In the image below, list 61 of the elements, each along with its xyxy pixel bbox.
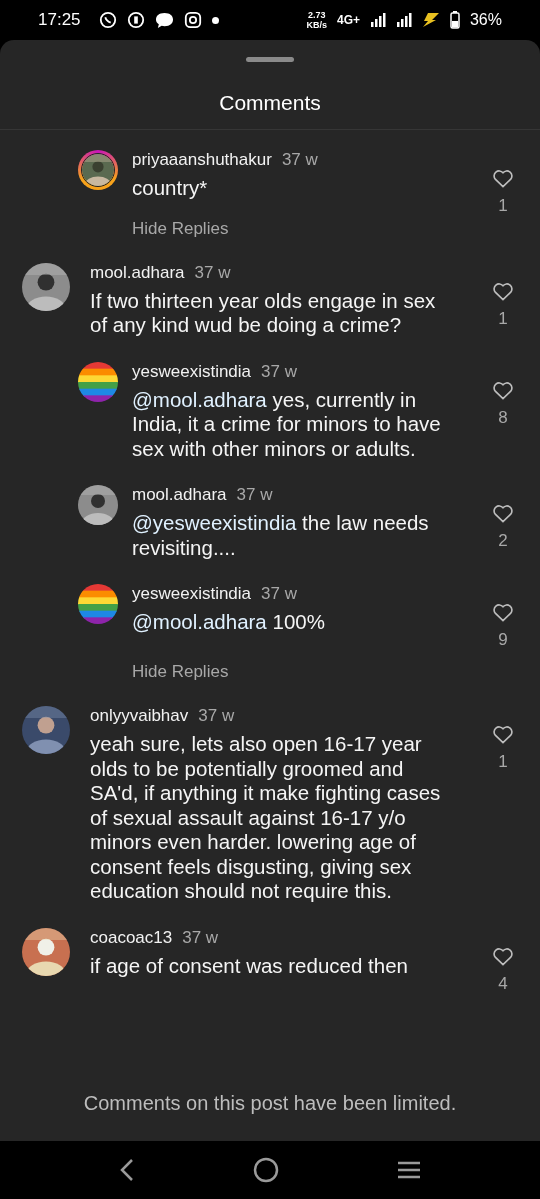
comment-text: @mool.adhara yes, currently in India, it a crime for minors to have sex with other minors or adults. xyxy=(132,387,442,461)
sheet-title: Comments xyxy=(0,62,540,130)
comment-time: 37 w xyxy=(182,927,219,948)
signal-icon xyxy=(369,12,386,28)
mention-link[interactable]: @mool.adhara xyxy=(132,387,267,411)
username[interactable]: yesweexistindia xyxy=(132,584,252,604)
chat-bubble-icon xyxy=(154,11,174,29)
back-icon[interactable] xyxy=(119,1158,135,1182)
comment-time: 37 w xyxy=(261,584,297,604)
username[interactable]: yesweexistindia xyxy=(132,361,252,382)
signal-icon xyxy=(395,12,412,28)
hide-replies-link[interactable]: Hide Replies xyxy=(132,218,229,239)
like-count: 9 xyxy=(498,630,508,650)
heart-icon[interactable] xyxy=(492,168,514,188)
username[interactable]: mool.adhara xyxy=(132,485,227,505)
heart-icon[interactable] xyxy=(492,945,514,966)
like-count: 2 xyxy=(498,531,508,551)
heart-icon[interactable] xyxy=(492,503,514,523)
comment-time: 37 w xyxy=(198,706,235,726)
limited-notice: Comments on this post have been limited. xyxy=(82,1091,458,1116)
like-count: 4 xyxy=(498,973,508,994)
comment-time: 37 w xyxy=(194,262,231,283)
hide-replies-link[interactable]: Hide Replies xyxy=(132,662,229,682)
username[interactable]: onlyyvaibhav xyxy=(90,706,189,726)
battery-level: 36% xyxy=(469,11,502,29)
like-count: 1 xyxy=(498,196,508,216)
chat-letter-icon xyxy=(126,11,145,29)
camera-icon xyxy=(183,11,202,29)
dot-icon xyxy=(211,16,219,24)
comment-text: if age of consent was reduced then xyxy=(90,953,409,978)
story-ring[interactable] xyxy=(78,150,118,190)
menu-icon[interactable] xyxy=(397,1160,421,1180)
network-speed: 2.73 xyxy=(307,10,326,20)
like-count: 1 xyxy=(498,308,508,329)
comment-time: 37 w xyxy=(281,150,318,170)
comment-text: If two thirteen year olds engage in sex of any kind wud be doing a crime? xyxy=(90,288,437,338)
battery-icon xyxy=(449,11,460,29)
mention-link[interactable]: @yesweexistindia xyxy=(132,511,297,534)
username[interactable]: priyaaanshuthakur xyxy=(132,150,272,170)
comment-text: country* xyxy=(132,176,209,201)
drag-handle[interactable] xyxy=(246,57,294,62)
mention-link[interactable]: @mool.adhara xyxy=(132,610,267,633)
comment-text: @mool.adhara 100% xyxy=(132,610,326,635)
network-type: 4G+ xyxy=(336,13,360,27)
heart-icon[interactable] xyxy=(492,602,514,622)
heart-icon[interactable] xyxy=(492,379,514,400)
username[interactable]: mool.adhara xyxy=(90,262,185,283)
heart-icon[interactable] xyxy=(492,280,514,301)
like-count: 1 xyxy=(498,752,508,772)
clock: 17:25 xyxy=(38,10,81,30)
comment-time: 37 w xyxy=(236,485,273,505)
comment-text: yeah sure, lets also open 16-17 year olds to be potentially groomed and SA'd, if anything it make fighting cases of sexual assault against 16-17 y/o minors even harder. lowering age of consent feels disgusting, giving sex education should not require this. xyxy=(90,732,442,904)
speed-unit: KB/s xyxy=(306,20,327,30)
heart-icon[interactable] xyxy=(492,724,514,744)
lightning-icon xyxy=(421,12,440,28)
like-count: 8 xyxy=(498,407,508,428)
home-icon[interactable] xyxy=(253,1157,279,1183)
phone-chat-icon xyxy=(98,11,117,29)
comment-text: @yesweexistindia the law needs revisiting.... xyxy=(132,511,430,560)
comment-time: 37 w xyxy=(261,361,297,382)
username[interactable]: coacoac13 xyxy=(90,927,173,948)
